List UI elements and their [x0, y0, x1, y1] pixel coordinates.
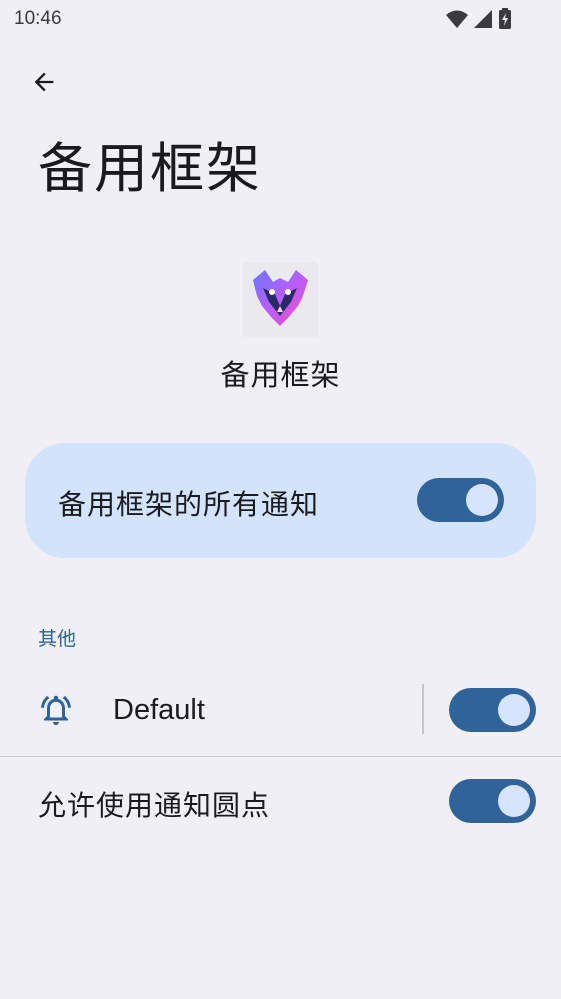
toggle-knob: [466, 484, 498, 516]
channel-row-default[interactable]: Default: [0, 672, 561, 756]
section-divider: [0, 756, 561, 757]
notification-dots-row[interactable]: 允许使用通知圆点: [0, 760, 561, 844]
status-bar: 10:46: [0, 0, 561, 38]
wifi-icon: [446, 10, 468, 28]
app-name: 备用框架: [220, 358, 341, 392]
channel-label: Default: [113, 694, 205, 726]
back-button[interactable]: [24, 62, 64, 102]
channel-default-toggle[interactable]: [449, 688, 536, 732]
signal-icon: [474, 10, 492, 28]
page-title: 备用框架: [38, 137, 262, 200]
notification-dots-toggle[interactable]: [449, 779, 536, 823]
section-header-other: 其他: [38, 628, 77, 650]
all-notifications-label: 备用框架的所有通知: [58, 488, 320, 521]
arrow-back-icon: [34, 72, 54, 92]
bell-ring-icon: [41, 695, 71, 725]
status-time: 10:46: [14, 8, 62, 29]
all-notifications-toggle[interactable]: [417, 478, 504, 522]
battery-charging-icon: [499, 8, 511, 29]
app-logo-icon: [243, 262, 318, 337]
all-notifications-card[interactable]: 备用框架的所有通知: [25, 443, 536, 558]
toggle-knob: [498, 694, 530, 726]
toggle-knob: [498, 785, 530, 817]
row-divider: [422, 684, 424, 734]
notification-dots-label: 允许使用通知圆点: [38, 789, 271, 822]
